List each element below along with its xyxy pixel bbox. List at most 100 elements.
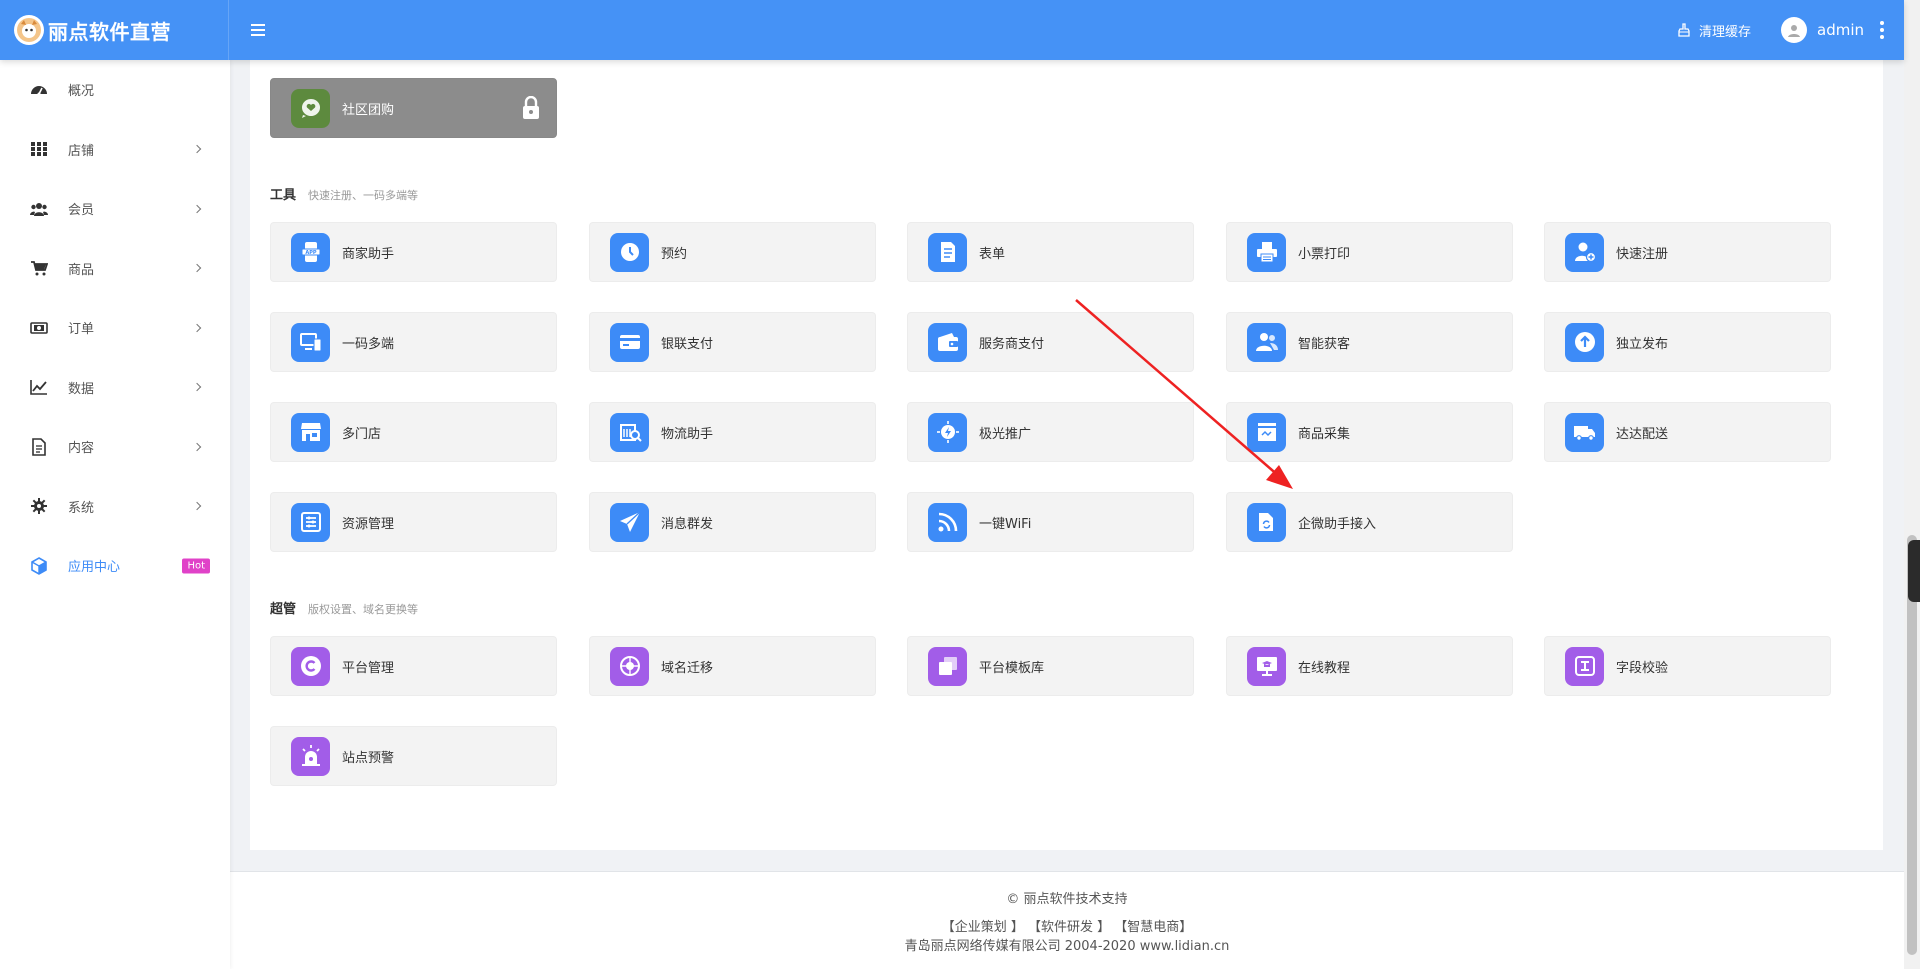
customers-icon — [1247, 322, 1286, 362]
tutorial-icon — [1247, 646, 1286, 686]
section-admin-subtitle: 版权设置、域名更换等 — [308, 603, 419, 616]
card-icon — [610, 322, 649, 362]
tile-logistics-assistant[interactable]: 物流助手 — [589, 402, 876, 462]
sidebar-item-app-center[interactable]: 应用中心 Hot — [0, 536, 230, 596]
multi-device-icon — [291, 322, 330, 362]
tile-merchant-assistant[interactable]: APP 商家助手 — [270, 222, 557, 282]
chart-icon — [30, 378, 48, 396]
stores-icon — [291, 412, 330, 452]
sidebar-item-members[interactable]: 会员 — [0, 179, 230, 239]
tile-site-alert[interactable]: 站点预警 — [270, 726, 557, 786]
sidebar-item-system[interactable]: 系统 — [0, 477, 230, 537]
tile-resource-management[interactable]: 资源管理 — [270, 492, 557, 552]
chevron-right-icon — [192, 145, 202, 154]
printer-icon — [1247, 232, 1286, 272]
sidebar-item-orders[interactable]: 订单 — [0, 298, 230, 358]
svg-text:APP: APP — [305, 250, 317, 256]
tile-receipt-print[interactable]: 小票打印 — [1226, 222, 1513, 282]
hot-badge: Hot — [182, 558, 210, 574]
grid-icon — [30, 140, 48, 158]
tile-multi-store[interactable]: 多门店 — [270, 402, 557, 462]
clear-cache-button[interactable]: 清理缓存 — [1677, 21, 1751, 40]
sidebar: 概况 店铺 会员 商品 订单 数据 内容 系统 应用中心 Hot — [0, 60, 230, 969]
menu-toggle-button[interactable] — [247, 19, 269, 41]
chevron-right-icon — [192, 442, 202, 451]
more-options-icon[interactable] — [1878, 21, 1886, 39]
tile-smart-acquisition[interactable]: 智能获客 — [1226, 312, 1513, 372]
section-admin-title: 超管 版权设置、域名更换等 — [270, 602, 419, 617]
money-icon — [30, 319, 48, 337]
tile-platform-management[interactable]: 平台管理 — [270, 636, 557, 696]
username: admin — [1817, 21, 1864, 39]
sidebar-item-overview[interactable]: 概况 — [0, 60, 230, 120]
folder-sync-icon — [1247, 502, 1286, 542]
tile-mass-message[interactable]: 消息群发 — [589, 492, 876, 552]
tile-service-provider-pay[interactable]: 服务商支付 — [907, 312, 1194, 372]
tile-wecom-assistant[interactable]: 企微助手接入 — [1226, 492, 1513, 552]
tile-quick-register[interactable]: 快速注册 — [1544, 222, 1831, 282]
collect-icon — [1247, 412, 1286, 452]
templates-icon — [928, 646, 967, 686]
lock-icon — [523, 96, 539, 119]
broom-icon — [1678, 23, 1690, 37]
tile-independent-publish[interactable]: 独立发布 — [1544, 312, 1831, 372]
tile-one-click-wifi[interactable]: 一键WiFi — [907, 492, 1194, 552]
avatar — [1781, 17, 1807, 43]
chevron-right-icon — [192, 323, 202, 332]
section-tools-subtitle: 快速注册、一码多端等 — [308, 189, 419, 202]
footer-link-software-dev[interactable]: 【软件研发 】 — [1028, 920, 1110, 935]
footer-company: 青岛丽点网络传媒有限公司 2004-2020 www.lidian.cn — [904, 939, 1230, 954]
alarm-icon — [291, 736, 330, 776]
wallet-icon — [928, 322, 967, 362]
tile-field-validation[interactable]: 字段校验 — [1544, 636, 1831, 696]
chevron-right-icon — [192, 264, 202, 273]
gear-icon — [30, 497, 48, 515]
tile-one-code-multi-end[interactable]: 一码多端 — [270, 312, 557, 372]
dashboard-icon — [30, 81, 48, 99]
sidebar-item-data[interactable]: 数据 — [0, 358, 230, 418]
top-bar: 丽点软件直营 清理缓存 admin — [0, 0, 1904, 60]
truck-icon — [1565, 412, 1604, 452]
field-check-icon — [1565, 646, 1604, 686]
sidebar-item-products[interactable]: 商品 — [0, 239, 230, 299]
footer-links: 【企业策划 】 【软件研发 】 【智慧电商】 — [230, 916, 1904, 935]
brand[interactable]: 丽点软件直营 — [0, 0, 229, 60]
sidebar-item-store[interactable]: 店铺 — [0, 120, 230, 180]
footer: © 丽点软件技术支持 【企业策划 】 【软件研发 】 【智慧电商】 青岛丽点网络… — [230, 872, 1904, 969]
tile-appointment[interactable]: 预约 — [589, 222, 876, 282]
resources-icon — [291, 502, 330, 542]
tile-form[interactable]: 表单 — [907, 222, 1194, 282]
tile-jiguang-promotion[interactable]: 极光推广 — [907, 402, 1194, 462]
chevron-right-icon — [192, 383, 202, 392]
footer-link-smart-ecommerce[interactable]: 【智慧电商】 — [1114, 920, 1192, 935]
tile-platform-template-library[interactable]: 平台模板库 — [907, 636, 1194, 696]
rocket-icon — [928, 412, 967, 452]
document-icon — [30, 437, 48, 456]
upload-icon — [1565, 322, 1604, 362]
logistics-icon — [610, 412, 649, 452]
tile-online-tutorial[interactable]: 在线教程 — [1226, 636, 1513, 696]
copyright-icon — [291, 646, 330, 686]
tile-community-group-buy[interactable]: 社区团购 — [270, 78, 557, 138]
side-widget-tab[interactable] — [1908, 540, 1920, 602]
wifi-icon — [928, 502, 967, 542]
user-avatar-icon — [1788, 25, 1800, 37]
cart-icon — [30, 259, 48, 277]
tile-product-collect[interactable]: 商品采集 — [1226, 402, 1513, 462]
clear-cache-label: 清理缓存 — [1698, 24, 1751, 40]
sidebar-item-content[interactable]: 内容 — [0, 417, 230, 477]
form-icon — [928, 232, 967, 272]
chevron-right-icon — [192, 204, 202, 213]
footer-support: © 丽点软件技术支持 — [1006, 892, 1128, 907]
tile-unionpay[interactable]: 银联支付 — [589, 312, 876, 372]
chevron-right-icon — [192, 502, 202, 511]
footer-link-enterprise-planning[interactable]: 【企业策划 】 — [942, 920, 1024, 935]
brand-logo-icon — [14, 15, 44, 45]
user-menu[interactable]: admin — [1781, 17, 1864, 43]
users-icon — [30, 200, 48, 218]
hamburger-icon — [251, 24, 265, 36]
chat-heart-icon — [291, 88, 330, 128]
tile-dada-delivery[interactable]: 达达配送 — [1544, 402, 1831, 462]
section-tools-title: 工具 快速注册、一码多端等 — [270, 188, 419, 203]
tile-domain-migration[interactable]: 域名迁移 — [589, 636, 876, 696]
